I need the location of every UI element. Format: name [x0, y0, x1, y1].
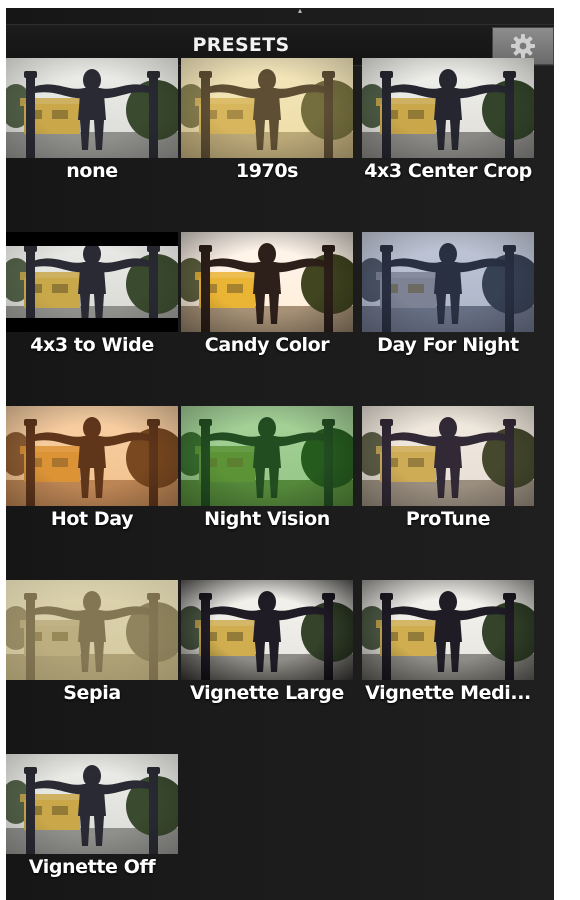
preset-label: Vignette Medi...: [365, 682, 531, 704]
preset-tile[interactable]: 4x3 to Wide: [6, 232, 178, 392]
preset-label: Night Vision: [204, 508, 330, 530]
preset-label: Candy Color: [204, 334, 330, 356]
preset-tile[interactable]: Day For Night: [362, 232, 534, 392]
preset-label: Day For Night: [377, 334, 519, 356]
preset-thumbnail[interactable]: [6, 406, 178, 506]
preset-label: Vignette Off: [28, 856, 156, 878]
preset-thumbnail[interactable]: [181, 406, 353, 506]
preset-thumbnail[interactable]: [6, 580, 178, 680]
preset-tile[interactable]: none: [6, 58, 178, 218]
preset-thumbnail[interactable]: [181, 232, 353, 332]
preset-label: Sepia: [63, 682, 121, 704]
resize-grip-icon[interactable]: ▴: [298, 8, 304, 15]
preset-thumbnail[interactable]: [6, 232, 178, 332]
preset-thumbnail[interactable]: [362, 232, 534, 332]
gear-icon: [511, 34, 535, 58]
preset-thumbnail[interactable]: [181, 580, 353, 680]
preset-thumbnail[interactable]: [362, 406, 534, 506]
preset-tile[interactable]: Vignette Large: [181, 580, 353, 740]
preset-thumbnail[interactable]: [181, 58, 353, 158]
preset-label: ProTune: [405, 508, 491, 530]
preset-tile[interactable]: 1970s: [181, 58, 353, 218]
preset-tile[interactable]: Vignette Off: [6, 754, 178, 900]
preset-tile[interactable]: Hot Day: [6, 406, 178, 566]
preset-label: 1970s: [235, 160, 299, 182]
presets-panel: ▴ PRESETS none 1970s 4x3 Center Crop 4x3…: [6, 8, 554, 900]
preset-tile[interactable]: Candy Color: [181, 232, 353, 392]
preset-label: Vignette Large: [190, 682, 344, 704]
preset-tile[interactable]: Night Vision: [181, 406, 353, 566]
preset-label: 4x3 Center Crop: [364, 160, 532, 182]
preset-label: none: [66, 160, 118, 182]
preset-tile[interactable]: Sepia: [6, 580, 178, 740]
preset-thumbnail[interactable]: [6, 754, 178, 854]
preset-label: Hot Day: [50, 508, 134, 530]
preset-tile[interactable]: Vignette Medi...: [362, 580, 534, 740]
preset-thumbnail[interactable]: [362, 58, 534, 158]
preset-thumbnail[interactable]: [362, 580, 534, 680]
preset-tile[interactable]: 4x3 Center Crop: [362, 58, 534, 218]
preset-tile[interactable]: ProTune: [362, 406, 534, 566]
preset-thumbnail[interactable]: [6, 58, 178, 158]
preset-label: 4x3 to Wide: [30, 334, 154, 356]
